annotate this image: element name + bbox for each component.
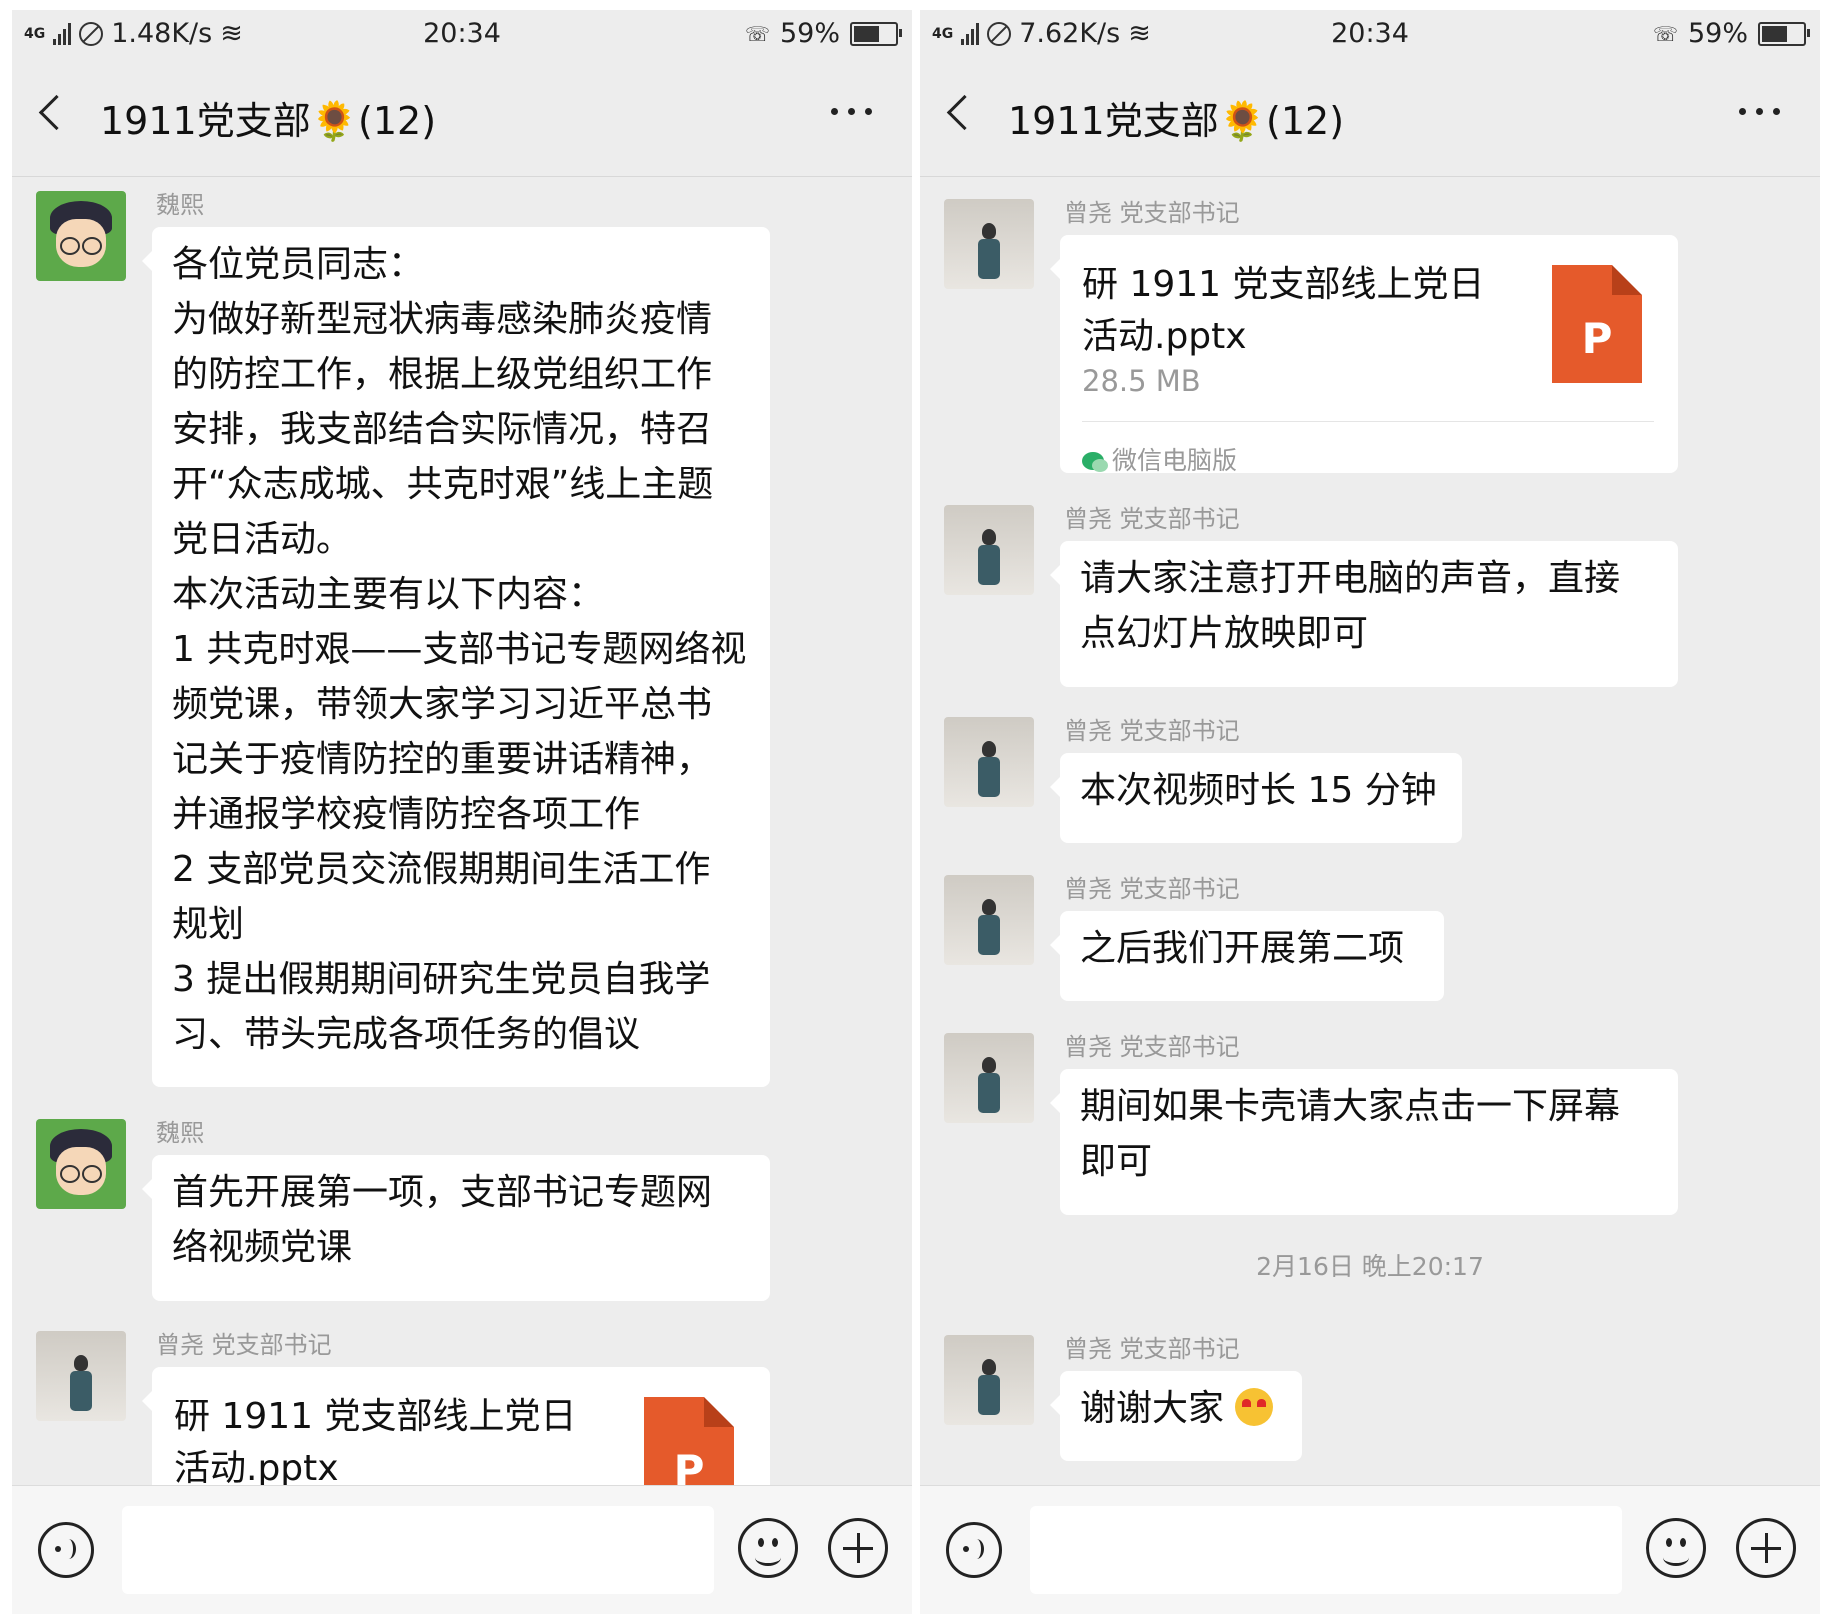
avatar[interactable]	[944, 875, 1034, 965]
message-line: 3 提出假期期间研究生党员自我学	[172, 959, 711, 1000]
message-text: 谢谢大家	[1080, 1388, 1225, 1429]
file-message-bubble[interactable]: 研 1911 党支部线上党日 活动.pptx P	[142, 1367, 770, 1486]
message-line: 1 共克时艰——支部书记专题网络视	[172, 629, 747, 670]
ppt-letter: P	[1581, 314, 1613, 363]
message-timestamp: 2月16日 晚上20:17	[1256, 1252, 1484, 1281]
message-line: 络视频党课	[172, 1227, 353, 1268]
file-name-line: 活动.pptx	[1082, 316, 1247, 357]
message-line: 首先开展第一项，支部书记专题网	[172, 1172, 713, 1213]
input-bar	[920, 1485, 1820, 1614]
battery-icon	[850, 21, 902, 46]
message-line: 频党课，带领大家学习习近平总书	[172, 684, 713, 725]
avatar[interactable]	[36, 1119, 126, 1209]
right-phone-screen: 4G 7.62K/s ≋ 20:34 ☏ 59% 1911党支部🌻(12) 曾尧…	[920, 10, 1820, 1614]
avatar[interactable]	[944, 1033, 1034, 1123]
battery-icon	[1758, 21, 1810, 46]
ppt-letter: P	[673, 1446, 705, 1486]
message-bubble[interactable]: 各位党员同志： 为做好新型冠状病毒感染肺炎疫情 的防控工作，根据上级党组织工作 …	[142, 227, 770, 1087]
message-bubble[interactable]: 本次视频时长 15 分钟	[1050, 753, 1462, 843]
status-bar: 4G 1.48K/s ≋ 20:34 ☏ 59%	[12, 10, 912, 60]
plus-icon[interactable]	[828, 1518, 888, 1578]
message-list[interactable]: 魏熙 各位党员同志： 为做好新型冠状病毒感染肺炎疫情 的防控工作，根据上级党组织…	[12, 177, 912, 1486]
source-label: 微信电脑版	[1112, 446, 1238, 475]
avatar[interactable]	[944, 199, 1034, 289]
message-line: 本次视频时长 15 分钟	[1080, 770, 1437, 811]
sender-name: 魏熙	[156, 191, 204, 219]
message-bubble[interactable]: 请大家注意打开电脑的声音，直接 点幻灯片放映即可	[1050, 541, 1678, 687]
status-bar: 4G 7.62K/s ≋ 20:34 ☏ 59%	[920, 10, 1820, 60]
message-line: 并通报学校疫情防控各项工作	[172, 794, 641, 835]
hd-call-icon: ☏	[744, 21, 770, 46]
message-line: 规划	[172, 904, 245, 945]
avatar[interactable]	[36, 191, 126, 281]
battery-percent: 59%	[1687, 18, 1748, 49]
message-line: 本次活动主要有以下内容：	[172, 574, 605, 615]
message-bubble[interactable]: 之后我们开展第二项	[1050, 911, 1444, 1001]
back-arrow-icon[interactable]	[946, 94, 983, 131]
sender-name: 曾尧 党支部书记	[156, 1331, 332, 1359]
more-dots-icon[interactable]	[831, 108, 872, 115]
message-line: 各位党员同志：	[172, 244, 425, 285]
file-name: 研 1911 党支部线上党日 活动.pptx	[1082, 259, 1512, 363]
message-line: 期间如果卡壳请大家点击一下屏幕	[1080, 1086, 1621, 1127]
hd-call-icon: ☏	[1652, 21, 1678, 46]
sender-name: 曾尧 党支部书记	[1064, 1033, 1240, 1061]
message-line: 为做好新型冠状病毒感染肺炎疫情	[172, 299, 713, 340]
message-line: 请大家注意打开电脑的声音，直接	[1080, 558, 1621, 599]
sender-name: 魏熙	[156, 1119, 204, 1147]
message-line: 之后我们开展第二项	[1080, 928, 1405, 969]
powerpoint-file-icon: P	[1552, 265, 1642, 383]
heart-eyes-emoji-icon	[1235, 1388, 1274, 1426]
avatar[interactable]	[944, 1335, 1034, 1425]
emoji-icon[interactable]	[1646, 1518, 1706, 1578]
message-input[interactable]	[1030, 1506, 1622, 1594]
message-input[interactable]	[122, 1506, 714, 1594]
chat-title: 1911党支部🌻(12)	[1008, 99, 1345, 143]
message-line: 即可	[1080, 1141, 1153, 1182]
file-name: 研 1911 党支部线上党日 活动.pptx	[174, 1391, 604, 1486]
message-line: 的防控工作，根据上级党组织工作	[172, 354, 713, 395]
avatar[interactable]	[36, 1331, 126, 1421]
plus-icon[interactable]	[1736, 1518, 1796, 1578]
file-message-bubble[interactable]: 研 1911 党支部线上党日 活动.pptx 28.5 MB P 微信电脑版	[1050, 235, 1678, 475]
file-name-line: 研 1911 党支部线上党日	[174, 1396, 577, 1437]
chat-title: 1911党支部🌻(12)	[100, 99, 437, 143]
message-line: 2 支部党员交流假期期间生活工作	[172, 849, 711, 890]
sender-name: 曾尧 党支部书记	[1064, 1335, 1240, 1363]
chat-header: 1911党支部🌻(12)	[920, 60, 1820, 177]
voice-icon[interactable]	[946, 1522, 1002, 1578]
chat-header: 1911党支部🌻(12)	[12, 60, 912, 177]
wechat-icon	[1082, 451, 1108, 472]
message-line: 习、带头完成各项任务的倡议	[172, 1014, 641, 1055]
message-line: 安排，我支部结合实际情况，特召	[172, 409, 713, 450]
voice-icon[interactable]	[38, 1522, 94, 1578]
avatar[interactable]	[944, 505, 1034, 595]
powerpoint-file-icon: P	[644, 1397, 734, 1486]
avatar[interactable]	[944, 717, 1034, 807]
message-bubble[interactable]: 首先开展第一项，支部书记专题网 络视频党课	[142, 1155, 770, 1301]
emoji-icon[interactable]	[738, 1518, 798, 1578]
left-phone-screen: 4G 1.48K/s ≋ 20:34 ☏ 59% 1911党支部🌻(12) 魏熙…	[12, 10, 912, 1614]
battery-percent: 59%	[779, 18, 840, 49]
file-source: 微信电脑版	[1082, 433, 1237, 488]
sender-name: 曾尧 党支部书记	[1064, 875, 1240, 903]
sender-name: 曾尧 党支部书记	[1064, 717, 1240, 745]
divider	[1082, 421, 1654, 422]
message-list[interactable]: 曾尧 党支部书记 研 1911 党支部线上党日 活动.pptx 28.5 MB …	[920, 177, 1820, 1486]
more-dots-icon[interactable]	[1739, 108, 1780, 115]
message-line: 开“众志成城、共克时艰”线上主题	[172, 464, 714, 505]
file-name-line: 研 1911 党支部线上党日	[1082, 264, 1485, 305]
sender-name: 曾尧 党支部书记	[1064, 505, 1240, 533]
back-arrow-icon[interactable]	[38, 94, 75, 131]
message-bubble[interactable]: 期间如果卡壳请大家点击一下屏幕 即可	[1050, 1069, 1678, 1215]
file-name-line: 活动.pptx	[174, 1448, 339, 1486]
message-line: 点幻灯片放映即可	[1080, 613, 1369, 654]
message-line: 记关于疫情防控的重要讲话精神，	[172, 739, 713, 780]
sender-name: 曾尧 党支部书记	[1064, 199, 1240, 227]
message-line: 党日活动。	[172, 519, 353, 560]
message-bubble[interactable]: 谢谢大家	[1050, 1371, 1302, 1461]
input-bar	[12, 1485, 912, 1614]
